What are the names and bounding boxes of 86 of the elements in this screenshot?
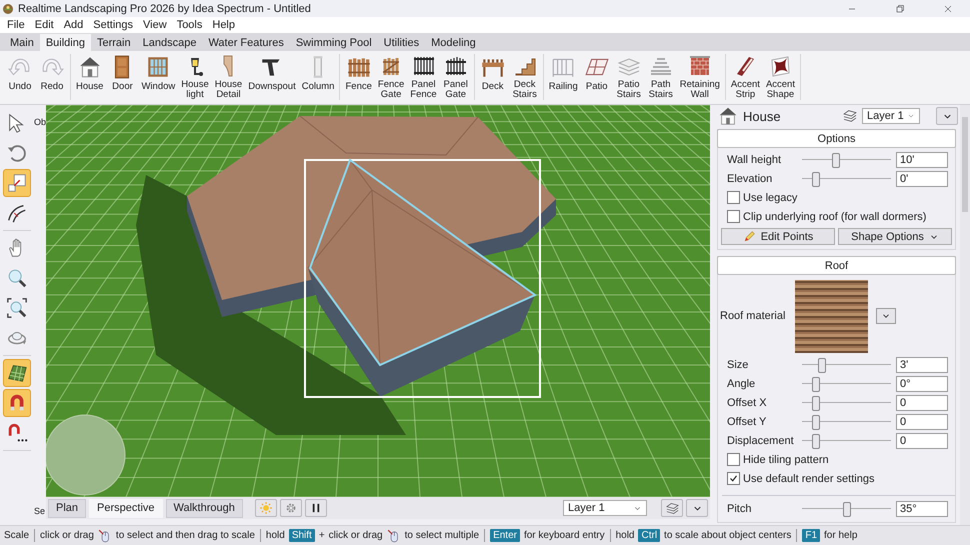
key-label: Ctrl [638, 529, 660, 542]
ribbon-tab[interactable]: Landscape [136, 34, 202, 51]
field-label: Roof material [720, 310, 786, 322]
value-field[interactable]: 0° [896, 376, 948, 392]
ribbon-button[interactable]: House Detail [212, 54, 246, 100]
view-tab[interactable]: Walkthrough [166, 498, 243, 518]
ribbon-button[interactable]: House [73, 54, 106, 100]
status-text: to select multiple [404, 530, 480, 541]
ribbon-button[interactable]: Accent Strip [728, 54, 763, 100]
ribbon-button[interactable]: Accent Shape [762, 54, 798, 100]
menu-item[interactable]: File [2, 19, 30, 31]
layer-select[interactable]: Layer 1 [563, 500, 647, 516]
ribbon-button[interactable]: Railing [546, 54, 581, 100]
view-tab[interactable]: Perspective [89, 498, 163, 518]
field-label: Offset X [727, 396, 768, 408]
ribbon-tab[interactable]: Modeling [425, 34, 482, 51]
status-text: click or drag [328, 530, 383, 541]
layer-select[interactable]: Layer 1 [862, 108, 920, 124]
ribbon-tab[interactable]: Main [4, 34, 40, 51]
status-text: to scale about object centers [664, 530, 792, 541]
status-text: to select and then drag to scale [116, 530, 255, 541]
ribbon-tab[interactable]: Water Features [202, 34, 290, 51]
ribbon-button[interactable]: Patio [580, 54, 613, 100]
menu-item[interactable]: Tools [172, 19, 208, 31]
menu-item[interactable]: Help [207, 19, 240, 31]
menu-item[interactable]: Settings [88, 19, 138, 31]
value-field[interactable]: 0 [896, 394, 948, 410]
ribbon-button[interactable]: Window [138, 54, 178, 100]
field-label: Size [727, 358, 750, 370]
status-text: hold [616, 530, 634, 541]
menu-item[interactable]: Add [58, 19, 88, 31]
ribbon-button[interactable]: Redo [36, 54, 68, 100]
ribbon-button[interactable]: Patio Stairs [612, 54, 645, 100]
ribbon-tab[interactable]: Utilities [378, 34, 426, 51]
ribbon-button[interactable]: House light [178, 54, 212, 100]
value-field[interactable]: 0' [896, 170, 948, 186]
section-header[interactable]: Roof [717, 256, 956, 275]
key-label: Enter [490, 529, 520, 542]
ribbon-button[interactable]: Fence [342, 54, 375, 100]
section-header[interactable]: Options [717, 129, 956, 148]
ribbon-button[interactable]: Panel Fence [407, 54, 440, 100]
checkbox-label: Use legacy [743, 192, 798, 204]
value-field[interactable]: 10' [896, 152, 948, 168]
checkbox-label: Clip underlying roof (for wall dormers) [743, 210, 926, 222]
status-text: + [318, 530, 325, 541]
window-title: Realtime Landscaping Pro 2026 by Idea Spectrum - Untitled [18, 2, 312, 14]
value-field[interactable]: 0 [896, 414, 948, 430]
panel-title: House [743, 108, 782, 124]
checkbox-label: Use default render settings [743, 472, 874, 484]
field-label: Displacement [727, 434, 795, 446]
ribbon-tab[interactable]: Building [40, 34, 91, 51]
ribbon-button[interactable]: Path Stairs [644, 54, 677, 100]
ribbon-button[interactable]: Panel Gate [440, 54, 472, 100]
shape-options-button[interactable]: Shape Options [838, 228, 952, 245]
status-text: for keyboard entry [524, 530, 605, 541]
status-text: hold [266, 530, 285, 541]
panel-label: Ob [34, 117, 46, 127]
menu-item[interactable]: View [138, 19, 172, 31]
ribbon-button[interactable]: Retaining Wall [676, 54, 723, 100]
menu-item[interactable]: Edit [30, 19, 59, 31]
key-label: Shift [288, 529, 315, 542]
ribbon-button[interactable]: Column [298, 54, 338, 100]
field-label: Elevation [727, 172, 774, 184]
value-field[interactable]: 3' [896, 356, 948, 372]
ribbon-button[interactable]: Deck Stairs [508, 54, 541, 100]
ribbon-tab[interactable]: Terrain [90, 34, 137, 51]
status-text: Scale [4, 530, 30, 541]
view-tab[interactable]: Plan [48, 498, 86, 518]
value-field[interactable]: 0 [896, 432, 948, 448]
edit-points-button[interactable]: Edit Points [721, 228, 835, 245]
ribbon-button[interactable]: Undo [4, 54, 36, 100]
ribbon-button[interactable]: Downspout [245, 54, 299, 100]
ribbon-button[interactable]: Deck [476, 54, 509, 100]
field-label: Offset Y [727, 416, 768, 428]
field-label: Pitch [727, 502, 752, 514]
ribbon-tab[interactable]: Swimming Pool [290, 34, 378, 51]
value-field[interactable]: 35° [896, 500, 948, 516]
field-label: Angle [727, 378, 756, 390]
ribbon-button[interactable]: Fence Gate [374, 54, 408, 100]
ribbon-button[interactable]: Door [106, 54, 138, 100]
key-label: F1 [802, 529, 820, 542]
checkbox-label: Hide tiling pattern [743, 454, 829, 466]
status-text: click or drag [40, 530, 94, 541]
panel-label: Se [34, 506, 46, 516]
field-label: Wall height [727, 154, 782, 166]
status-text: for help [824, 530, 858, 541]
